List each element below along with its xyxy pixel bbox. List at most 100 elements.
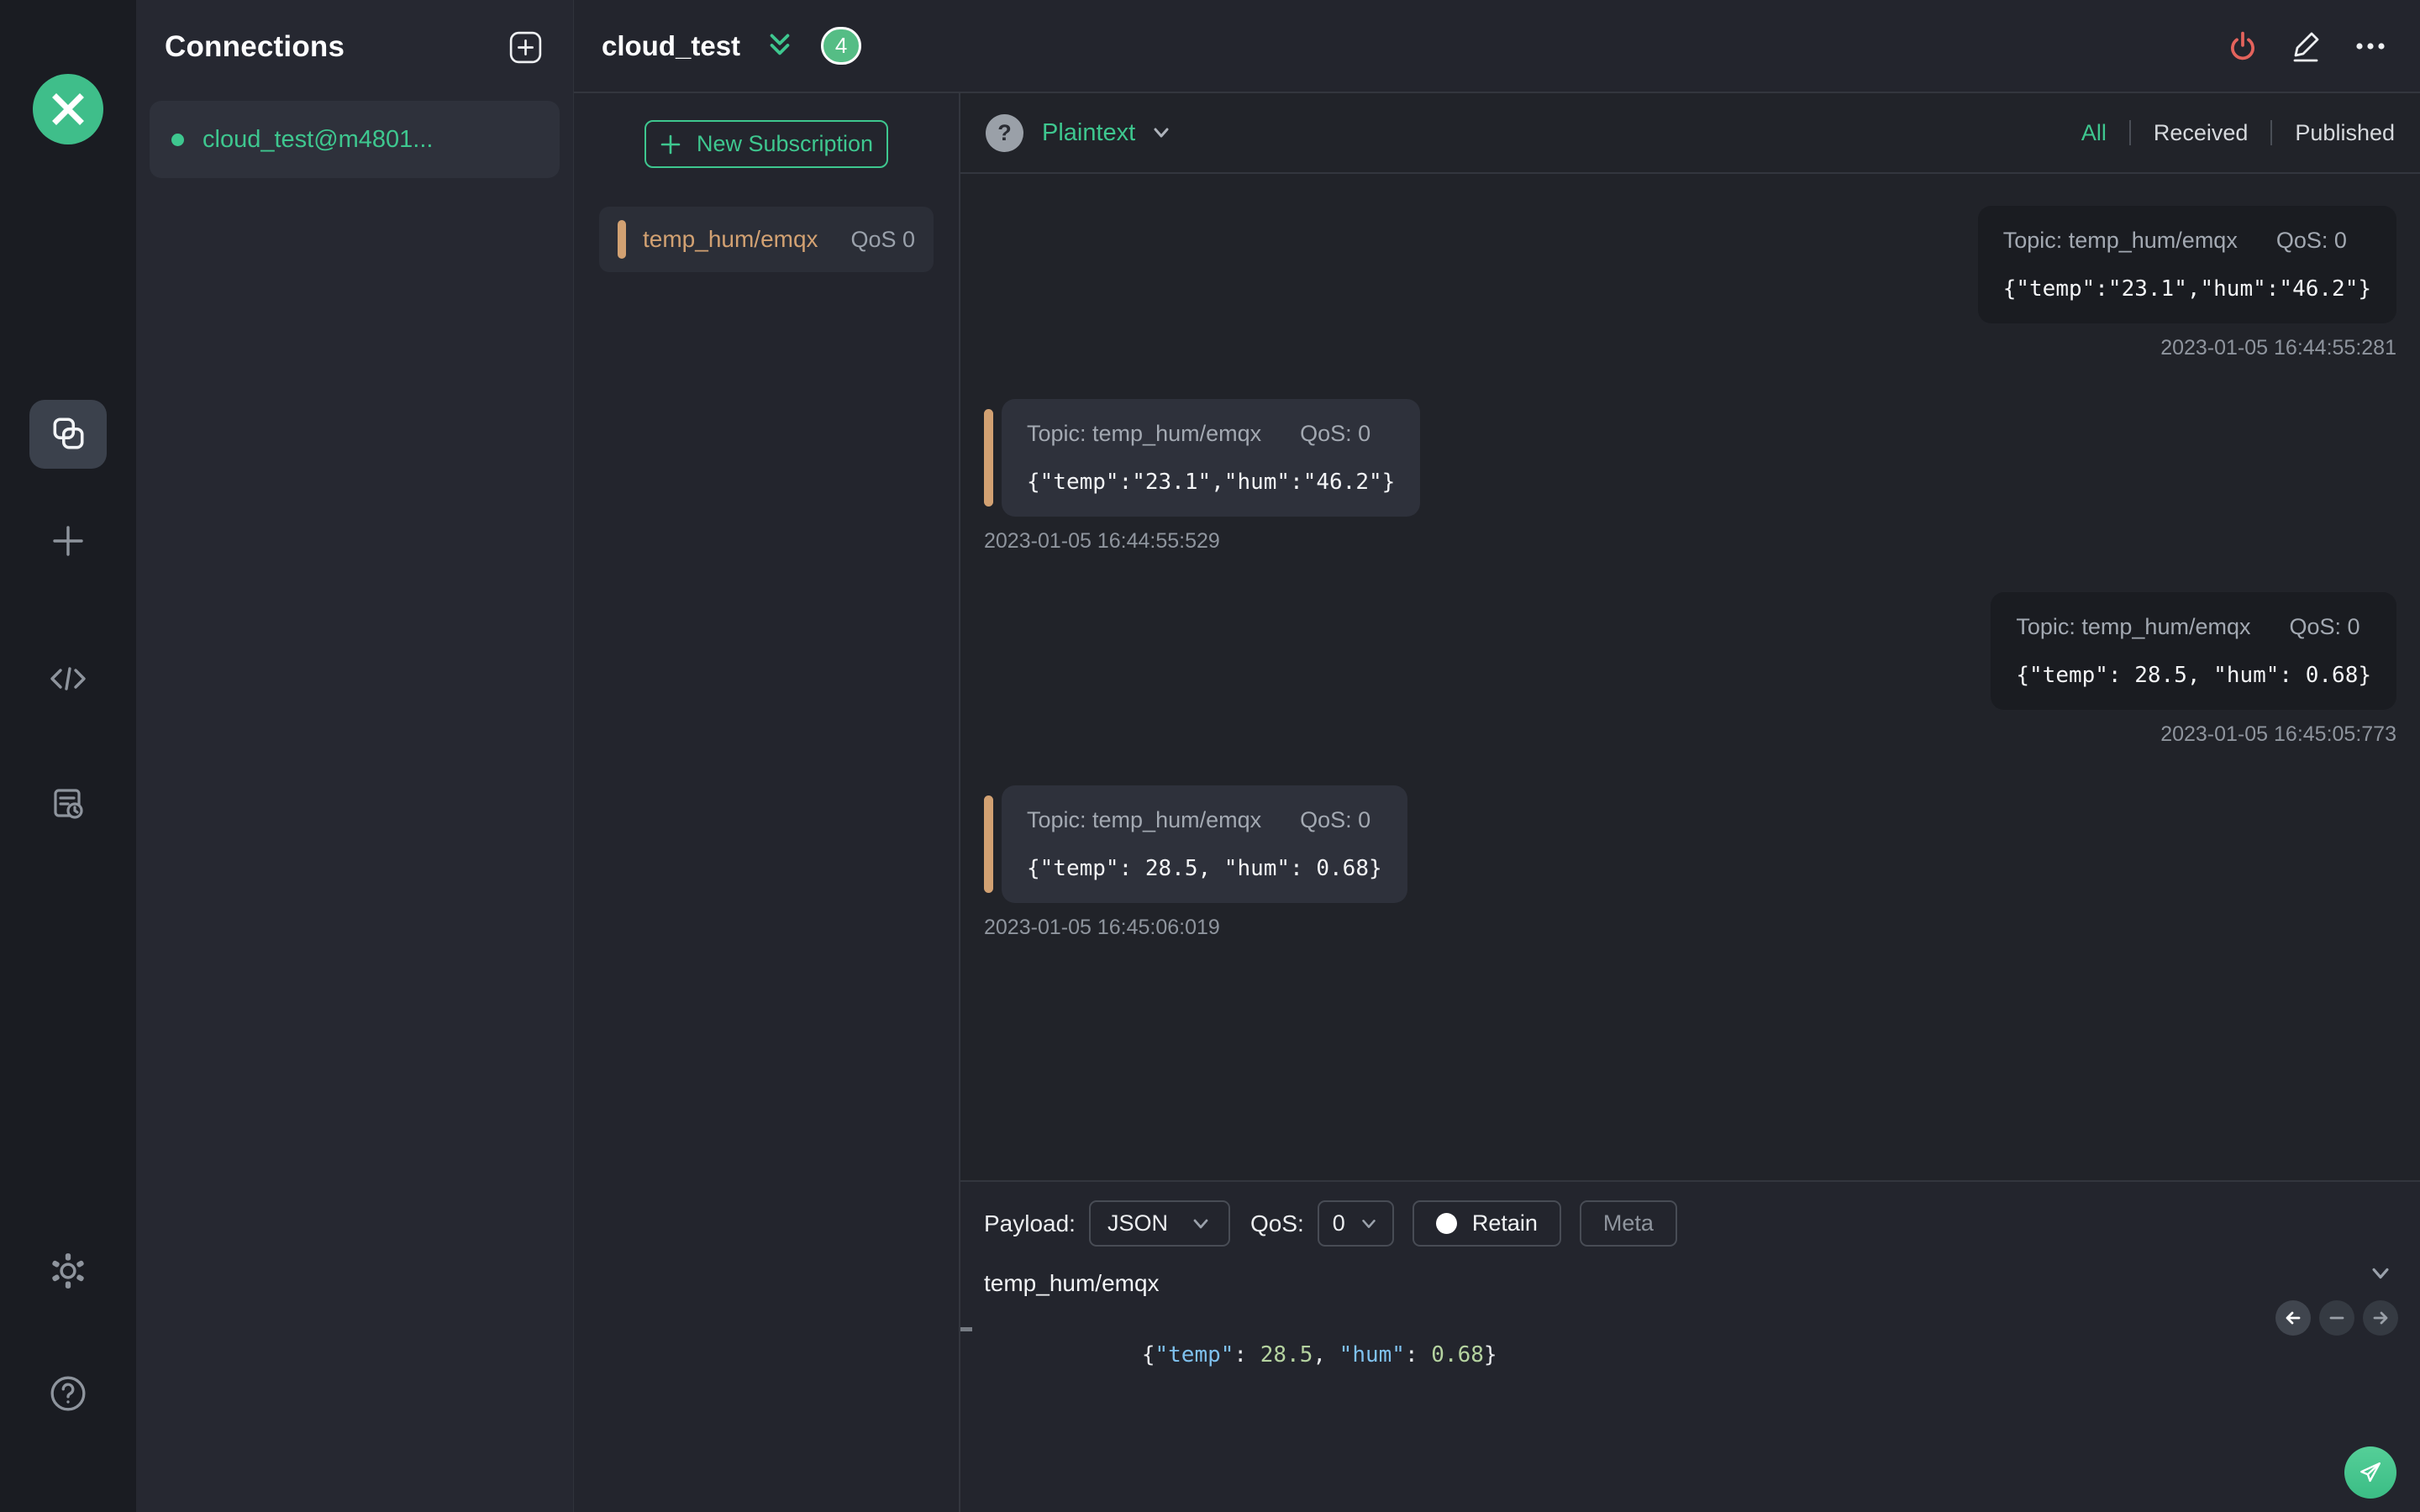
payload-token: "temp" bbox=[1155, 1342, 1234, 1368]
mqttx-app-window: Connections cloud_test@m4801... cloud_te… bbox=[0, 0, 2420, 1512]
message-card[interactable]: Topic: temp_hum/emqx QoS: 0 {"temp":"23.… bbox=[1002, 399, 1421, 517]
publish-payload-editor[interactable]: {"temp": 28.5, "hum": 0.68} bbox=[960, 1317, 2396, 1393]
payload-token: : bbox=[1404, 1342, 1432, 1368]
publish-toolbar: Payload: JSON QoS: 0 Retain Meta bbox=[960, 1182, 2420, 1247]
payload-token: : bbox=[1234, 1342, 1260, 1368]
sidebar-item-settings[interactable] bbox=[49, 1252, 87, 1290]
message-timestamp: 2023-01-05 16:45:06:019 bbox=[984, 916, 1220, 939]
subscription-topic: temp_hum/emqx bbox=[643, 226, 818, 252]
disconnect-power-icon[interactable] bbox=[2223, 27, 2262, 66]
qos-dropdown[interactable]: 0 bbox=[1317, 1200, 1394, 1247]
message-payload: {"temp":"23.1","hum":"46.2"} bbox=[1027, 470, 1396, 495]
message-card[interactable]: Topic: temp_hum/emqx QoS: 0 {"temp":"23.… bbox=[1977, 206, 2396, 323]
format-help-icon[interactable]: ? bbox=[986, 113, 1023, 152]
edit-pencil-icon[interactable] bbox=[2287, 27, 2326, 66]
next-arrow-button[interactable] bbox=[2363, 1300, 2398, 1336]
publish-topic-input[interactable]: temp_hum/emqx bbox=[984, 1270, 2344, 1297]
double-chevron-down-icon[interactable] bbox=[762, 29, 797, 64]
editor-gutter-mark bbox=[960, 1327, 972, 1331]
sidebar-item-script[interactable] bbox=[48, 662, 88, 696]
message-filter-tabs: All Received Published bbox=[2059, 120, 2395, 145]
message-card[interactable]: Topic: temp_hum/emqx QoS: 0 {"temp": 28.… bbox=[1991, 592, 2396, 710]
retain-toggle[interactable]: Retain bbox=[1412, 1200, 1561, 1247]
new-subscription-button[interactable]: New Subscription bbox=[644, 120, 888, 168]
message-topic: Topic: temp_hum/emqx bbox=[2016, 614, 2251, 639]
subscription-color-bar bbox=[618, 220, 626, 259]
message-timestamp: 2023-01-05 16:44:55:281 bbox=[2160, 336, 2396, 360]
sidebar-item-new-connection[interactable] bbox=[50, 522, 87, 559]
message-topic-color-bar bbox=[984, 409, 993, 507]
payload-token: 0.68 bbox=[1431, 1342, 1484, 1368]
mqttx-logo-icon bbox=[33, 74, 103, 144]
more-ellipsis-icon[interactable] bbox=[2351, 27, 2390, 66]
message-timestamp: 2023-01-05 16:45:05:773 bbox=[2160, 722, 2396, 746]
sidebar-item-connections[interactable] bbox=[29, 400, 107, 469]
connection-name: cloud_test@m4801... bbox=[203, 125, 434, 153]
add-connection-button[interactable] bbox=[507, 29, 544, 66]
payload-token: 28.5 bbox=[1260, 1342, 1313, 1368]
nav-rail bbox=[0, 0, 136, 1512]
workspace: cloud_test 4 New Subscription temp_hum/e… bbox=[574, 0, 2420, 1512]
message-payload: {"temp": 28.5, "hum": 0.68} bbox=[2016, 663, 2371, 688]
sidebar-item-log[interactable] bbox=[49, 785, 87, 823]
plus-icon bbox=[660, 134, 681, 155]
workspace-body: New Subscription temp_hum/emqx QoS 0 ? P… bbox=[574, 93, 2420, 1512]
publish-panel: Payload: JSON QoS: 0 Retain Meta temp_hu… bbox=[960, 1180, 2420, 1512]
payload-token: } bbox=[1483, 1342, 1497, 1368]
subscriptions-column: New Subscription temp_hum/emqx QoS 0 bbox=[574, 93, 960, 1512]
message-list[interactable]: Topic: temp_hum/emqx QoS: 0 {"temp":"23.… bbox=[960, 174, 2420, 1180]
prev-arrow-button[interactable] bbox=[2275, 1300, 2311, 1336]
connected-status-dot bbox=[171, 133, 184, 146]
qos-selected: 0 bbox=[1332, 1210, 1345, 1236]
message-received: Topic: temp_hum/emqx QoS: 0 {"temp":"23.… bbox=[984, 399, 1421, 554]
tab-received[interactable]: Received bbox=[2128, 120, 2271, 145]
message-timestamp: 2023-01-05 16:44:55:529 bbox=[984, 529, 1220, 553]
send-button[interactable] bbox=[2344, 1446, 2396, 1499]
message-topic: Topic: temp_hum/emqx bbox=[1027, 421, 1262, 446]
help-circle-icon bbox=[49, 1374, 87, 1413]
plus-square-icon bbox=[507, 29, 544, 66]
message-qos: QoS: 0 bbox=[2289, 614, 2360, 639]
message-qos: QoS: 0 bbox=[1300, 421, 1371, 446]
log-history-icon bbox=[49, 785, 87, 823]
retain-label: Retain bbox=[1471, 1210, 1538, 1236]
clear-minus-button[interactable] bbox=[2319, 1300, 2354, 1336]
message-published: Topic: temp_hum/emqx QoS: 0 {"temp": 28.… bbox=[1991, 592, 2396, 747]
connections-panel: Connections cloud_test@m4801... bbox=[136, 0, 574, 1512]
messages-header: ? Plaintext All Received Published bbox=[960, 93, 2420, 174]
message-qos: QoS: 0 bbox=[2275, 228, 2347, 253]
connections-title: Connections bbox=[165, 30, 345, 63]
code-icon bbox=[48, 662, 88, 696]
tab-all[interactable]: All bbox=[2059, 120, 2129, 145]
plus-icon bbox=[50, 522, 87, 559]
collapse-editor-chevron-icon[interactable] bbox=[2366, 1259, 2395, 1288]
chevron-down-icon bbox=[1190, 1213, 1212, 1235]
payload-token: , bbox=[1313, 1342, 1339, 1368]
message-payload: {"temp": 28.5, "hum": 0.68} bbox=[1027, 856, 1382, 881]
payload-format-select[interactable]: Plaintext bbox=[1042, 119, 1174, 147]
paper-plane-icon bbox=[2355, 1457, 2386, 1488]
message-topic: Topic: temp_hum/emqx bbox=[1027, 807, 1262, 832]
message-received: Topic: temp_hum/emqx QoS: 0 {"temp": 28.… bbox=[984, 785, 1407, 940]
payload-format-value: Plaintext bbox=[1042, 118, 1136, 146]
payload-label: Payload: bbox=[984, 1210, 1076, 1236]
payload-format-selected: JSON bbox=[1107, 1210, 1168, 1236]
message-payload: {"temp":"23.1","hum":"46.2"} bbox=[2002, 276, 2371, 302]
connection-title: cloud_test bbox=[602, 29, 741, 61]
subscriptions-list: temp_hum/emqx QoS 0 bbox=[574, 207, 959, 272]
qos-label: QoS: bbox=[1249, 1210, 1304, 1236]
retain-dot-icon bbox=[1435, 1213, 1457, 1234]
message-card[interactable]: Topic: temp_hum/emqx QoS: 0 {"temp": 28.… bbox=[1002, 785, 1407, 903]
payload-format-dropdown[interactable]: JSON bbox=[1088, 1200, 1230, 1247]
new-subscription-label: New Subscription bbox=[696, 131, 874, 156]
subscription-item[interactable]: temp_hum/emqx QoS 0 bbox=[599, 207, 934, 272]
meta-button[interactable]: Meta bbox=[1579, 1200, 1677, 1247]
connection-item[interactable]: cloud_test@m4801... bbox=[150, 101, 560, 178]
payload-token: "hum" bbox=[1339, 1342, 1405, 1368]
message-qos: QoS: 0 bbox=[1300, 807, 1371, 832]
tab-published[interactable]: Published bbox=[2270, 120, 2395, 145]
connections-header: Connections bbox=[136, 0, 573, 94]
messages-pane: ? Plaintext All Received Published Topic… bbox=[960, 93, 2420, 1512]
sidebar-item-help[interactable] bbox=[49, 1374, 87, 1413]
message-topic-color-bar bbox=[984, 795, 993, 893]
